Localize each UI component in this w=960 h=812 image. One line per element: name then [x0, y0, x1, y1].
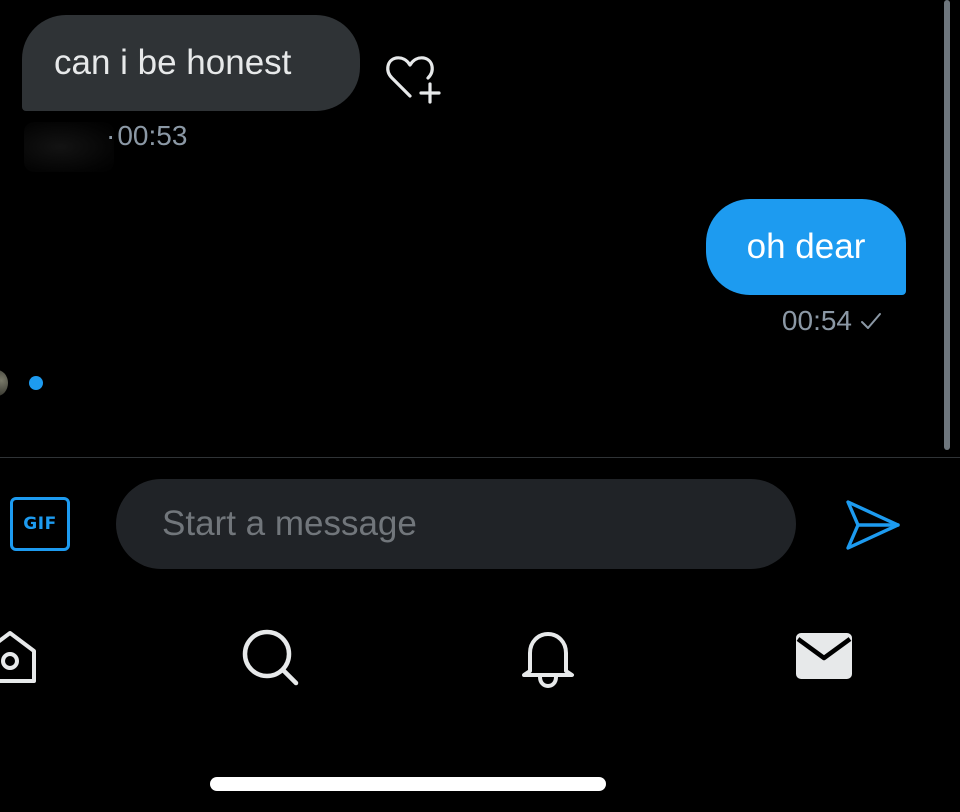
sent-message-bubble[interactable]: oh dear [706, 199, 906, 295]
check-icon [860, 312, 882, 330]
home-indicator[interactable] [210, 777, 606, 791]
home-icon [0, 625, 42, 689]
heart-add-icon [382, 50, 446, 108]
nav-search[interactable] [238, 625, 302, 689]
sent-message-time: 00:54 [781, 305, 852, 336]
nav-home[interactable] [0, 625, 42, 689]
bell-icon [516, 625, 580, 689]
sender-avatar[interactable] [24, 122, 114, 172]
send-icon [840, 492, 906, 558]
typing-user-avatar [0, 370, 8, 396]
received-message-meta: ·00:53 [106, 120, 187, 152]
received-message-bubble[interactable]: can i be honest [22, 15, 360, 111]
conversation-thread[interactable]: can i be honest ·00:53 oh dear 00:54 [0, 0, 950, 458]
received-message-text: can i be honest [54, 43, 292, 82]
add-reaction-button[interactable] [382, 50, 446, 108]
scrollbar[interactable] [944, 0, 950, 450]
dm-screen: can i be honest ·00:53 oh dear 00:54 GIF… [0, 0, 960, 812]
sent-message-text: oh dear [746, 227, 866, 266]
meta-separator: · [106, 120, 116, 151]
send-button[interactable] [840, 492, 906, 558]
gif-label: GIF [23, 514, 57, 534]
message-input[interactable] [116, 479, 796, 569]
mail-icon [792, 625, 856, 689]
gif-button[interactable]: GIF [10, 497, 70, 551]
received-message-time: 00:53 [117, 120, 188, 151]
sent-message-meta: 00:54 [782, 305, 882, 337]
nav-messages[interactable] [792, 625, 856, 689]
typing-indicator-dot [29, 376, 43, 390]
nav-notifications[interactable] [516, 625, 580, 689]
composer-divider [0, 457, 960, 458]
search-icon [238, 625, 302, 689]
